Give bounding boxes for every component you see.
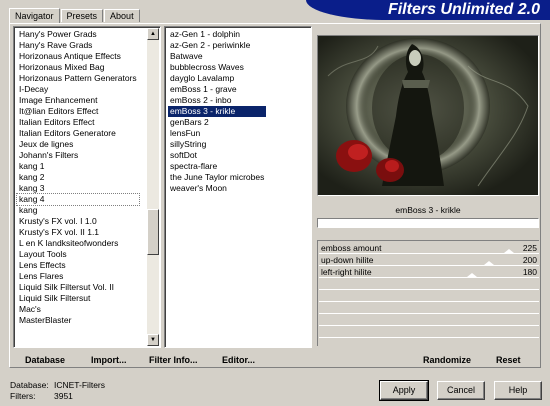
slider-marker[interactable] (467, 273, 477, 277)
list-item[interactable]: L en K landksiteofwonders (17, 238, 139, 249)
param-row-empty (319, 327, 539, 338)
list-item[interactable]: I-Decay (17, 84, 139, 95)
category-list-items: Hany's Power Grads Hany's Rave Grads Horiz… (16, 29, 140, 326)
cancel-button[interactable]: Cancel (437, 381, 485, 400)
param-row-empty (319, 315, 539, 326)
tab-presets[interactable]: Presets (60, 9, 104, 22)
list-item[interactable]: Italian Editors Generatore (17, 128, 139, 139)
param-value: 180 (522, 267, 537, 277)
tab-about[interactable]: About (104, 9, 140, 22)
list-item[interactable]: sillyString (168, 139, 266, 150)
list-item[interactable]: Batwave (168, 51, 266, 62)
list-item[interactable]: Horizonaus Mixed Bag (17, 62, 139, 73)
list-item[interactable]: kang 1 (17, 161, 139, 172)
param-value: 200 (522, 255, 537, 265)
filters-label: Filters: (10, 391, 36, 401)
list-item[interactable]: Image Enhancement (17, 95, 139, 106)
param-row-up-down-hilite[interactable]: up-down hilite 200 (319, 255, 539, 266)
list-item[interactable]: Italian Editors Effect (17, 117, 139, 128)
param-row-left-right-hilite[interactable]: left-right hilite 180 (319, 267, 539, 278)
list-item[interactable]: kang 2 (17, 172, 139, 183)
slider-marker[interactable] (484, 261, 494, 265)
list-item[interactable]: genBars 2 (168, 117, 266, 128)
list-item[interactable]: Liquid Silk Filtersut (17, 293, 139, 304)
list-item[interactable]: Hany's Rave Grads (17, 40, 139, 51)
list-item[interactable]: kang 3 (17, 183, 139, 194)
preview-image (317, 35, 539, 196)
list-item[interactable]: emBoss 2 - inbo (168, 95, 266, 106)
list-item[interactable]: Jeux de lignes (17, 139, 139, 150)
list-item[interactable]: Horizonaus Antique Effects (17, 51, 139, 62)
list-item[interactable]: It@lian Editors Effect (17, 106, 139, 117)
param-label: left-right hilite (321, 267, 372, 277)
list-item[interactable]: softDot (168, 150, 266, 161)
list-item[interactable]: Krusty's FX vol. I 1.0 (17, 216, 139, 227)
list-item[interactable]: Layout Tools (17, 249, 139, 260)
database-button[interactable]: Database (25, 355, 65, 365)
list-item[interactable]: Lens Effects (17, 260, 139, 271)
tab-strip: Navigator Presets About (9, 8, 141, 23)
database-value: ICNET-Filters (54, 380, 105, 390)
list-item[interactable]: kang (17, 205, 139, 216)
list-item[interactable]: az-Gen 1 - dolphin (168, 29, 266, 40)
import-button[interactable]: Import... (91, 355, 127, 365)
list-item[interactable]: az-Gen 2 - periwinkle (168, 40, 266, 51)
preview-artwork (318, 36, 538, 195)
randomize-button[interactable]: Randomize (423, 355, 471, 365)
help-button[interactable]: Help (494, 381, 542, 400)
list-item[interactable]: weaver's Moon (168, 183, 266, 194)
list-item[interactable]: Krusty's FX vol. II 1.1 (17, 227, 139, 238)
parameter-list: emboss amount 225 up-down hilite 200 lef… (317, 240, 539, 346)
list-item[interactable]: Johann's Filters (17, 150, 139, 161)
filter-info-button[interactable]: Filter Info... (149, 355, 198, 365)
category-list[interactable]: Hany's Power Grads Hany's Rave Grads Horiz… (13, 26, 161, 348)
list-item[interactable]: Liquid Silk Filtersut Vol. II (17, 282, 139, 293)
list-item[interactable]: MasterBlaster (17, 315, 139, 326)
param-row-empty (319, 303, 539, 314)
list-item[interactable]: Mac's (17, 304, 139, 315)
filters-count: 3951 (54, 391, 73, 401)
param-label: emboss amount (321, 243, 382, 253)
filter-caption: emBoss 3 - krikle (395, 205, 461, 215)
list-item[interactable]: kang 4 (16, 193, 140, 206)
list-item[interactable]: emBoss 1 - grave (168, 84, 266, 95)
filter-list[interactable]: az-Gen 1 - dolphin az-Gen 2 - periwinkle B… (164, 26, 312, 348)
tab-navigator[interactable]: Navigator (9, 8, 60, 23)
slider-marker[interactable] (504, 249, 514, 253)
apply-button[interactable]: Apply (379, 380, 429, 401)
editor-button[interactable]: Editor... (222, 355, 255, 365)
list-item[interactable]: spectra-flare (168, 161, 266, 172)
list-item[interactable]: Hany's Power Grads (17, 29, 139, 40)
scroll-down-icon[interactable]: ▼ (147, 334, 159, 346)
list-item[interactable]: emBoss 3 - krikle (168, 106, 267, 117)
param-label: up-down hilite (321, 255, 374, 265)
param-row-empty (319, 279, 539, 290)
list-item[interactable]: bubblecross Waves (168, 62, 266, 73)
list-item[interactable]: Horizonaus Pattern Generators (17, 73, 139, 84)
list-item[interactable]: dayglo Lavalamp (168, 73, 266, 84)
param-row-empty (319, 291, 539, 302)
database-label: Database: (10, 380, 49, 390)
filter-list-items: az-Gen 1 - dolphin az-Gen 2 - periwinkle B… (168, 29, 267, 194)
scroll-thumb[interactable] (147, 209, 159, 255)
list-item[interactable]: the June Taylor microbes (168, 172, 266, 183)
progress-bar (317, 218, 539, 228)
list-item[interactable]: lensFun (168, 128, 266, 139)
param-value: 225 (522, 243, 537, 253)
category-scrollbar[interactable]: ▲ ▼ (147, 28, 159, 346)
reset-button[interactable]: Reset (496, 355, 521, 365)
list-item[interactable]: Lens Flares (17, 271, 139, 282)
scroll-up-icon[interactable]: ▲ (147, 28, 159, 40)
app-banner: Filters Unlimited 2.0 (306, 0, 550, 20)
param-row-emboss-amount[interactable]: emboss amount 225 (319, 243, 539, 254)
